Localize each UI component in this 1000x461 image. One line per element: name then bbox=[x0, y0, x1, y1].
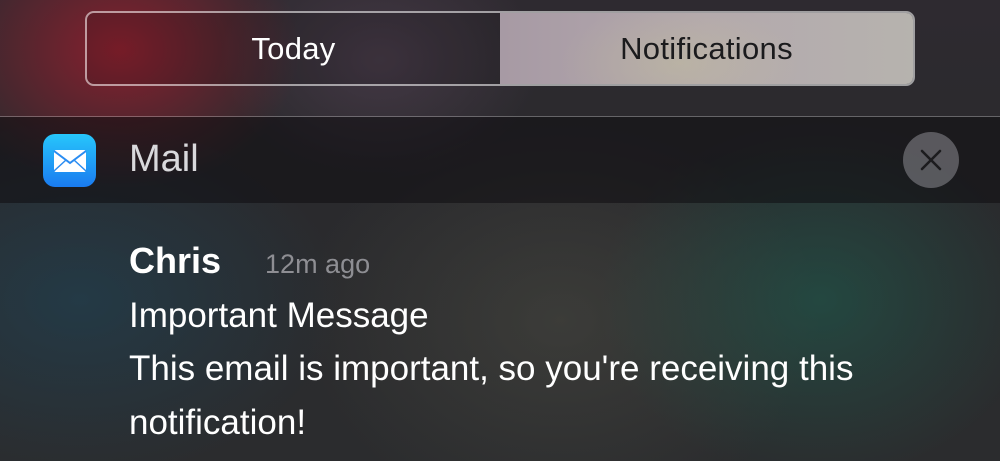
view-segmented-control: Today Notifications bbox=[85, 11, 915, 86]
notification-time: 12m ago bbox=[265, 249, 371, 279]
notification-item[interactable]: Chris 12m ago Important Message This ema… bbox=[129, 240, 979, 450]
app-name: Mail bbox=[129, 138, 199, 180]
mail-app-icon[interactable] bbox=[43, 134, 96, 187]
close-icon bbox=[920, 149, 942, 171]
notification-subject: Important Message bbox=[129, 296, 429, 335]
app-header: Mail bbox=[0, 117, 1000, 203]
notification-sender: Chris bbox=[129, 240, 222, 281]
notification-header: Chris 12m ago bbox=[129, 240, 979, 288]
clear-notifications-button[interactable] bbox=[903, 132, 959, 188]
tab-today[interactable]: Today bbox=[87, 13, 500, 84]
tab-notifications[interactable]: Notifications bbox=[500, 13, 913, 84]
notification-body: This email is important, so you're recei… bbox=[129, 349, 854, 442]
envelope-icon bbox=[52, 149, 87, 172]
